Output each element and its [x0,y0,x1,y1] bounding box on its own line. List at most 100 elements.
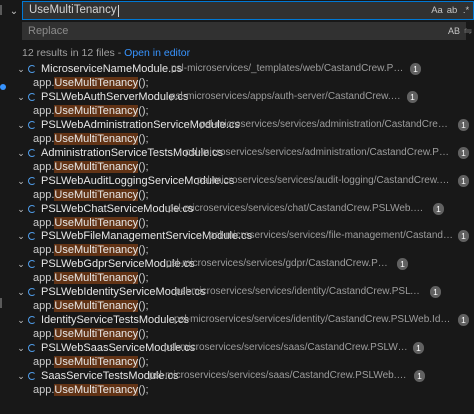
chevron-down-icon[interactable]: ⌄ [16,341,26,355]
match-line[interactable]: app.UseMultiTenancy(); [33,132,149,146]
match-prefix-text: app. [33,105,55,117]
match-count-badge: 1 [458,147,469,159]
result-file-row[interactable]: ⌄ MicroserviceNameModule.cs psl-microservi… [0,62,474,76]
csharp-file-icon [28,260,36,268]
results-count-text: 12 results in 12 files [22,47,115,59]
match-case-icon[interactable]: Aa [430,2,444,19]
chevron-down-icon[interactable]: ⌄ [16,257,26,271]
preserve-case-icon[interactable]: AB [448,22,460,40]
result-file-name[interactable]: PSLWebAuthServerModule.cs [41,90,189,104]
result-file-row[interactable]: ⌄ PSLWebAuthServerModule.cs psl-microservi… [0,90,474,104]
result-match-row[interactable]: app.UseMultiTenancy(); [0,355,474,369]
result-match-row[interactable]: app.UseMultiTenancy(); [0,216,474,230]
chevron-down-icon[interactable]: ⌄ [16,202,26,216]
match-count-badge: 1 [458,230,469,242]
match-highlight: UseMultiTenancy [54,105,139,117]
match-line[interactable]: app.UseMultiTenancy(); [33,383,149,397]
result-file-path: psl-microservices/apps/auth-server/Casta… [170,91,403,102]
csharp-file-icon [28,288,36,296]
open-in-editor-link[interactable]: Open in editor [124,47,190,59]
result-file-row[interactable]: ⌄ IdentityServiceTestsModule.cs psl-micros… [0,313,474,327]
match-suffix-text: (); [138,105,149,117]
result-file-row[interactable]: ⌄ SaasServiceTestsModule.cs psl-microservi… [0,369,474,383]
chevron-down-icon[interactable]: ⌄ [16,118,26,132]
match-line[interactable]: app.UseMultiTenancy(); [33,299,149,313]
result-file-row[interactable]: ⌄ AdministrationServiceTestsModule.cs psl-… [0,146,474,160]
chevron-down-icon[interactable]: ⌄ [16,285,26,299]
match-line[interactable]: app.UseMultiTenancy(); [33,355,149,369]
result-file-path: psl-microservices/_templates/web/Castand… [171,63,406,74]
result-file-path: psl-microservices/services/administratio… [185,147,454,158]
match-highlight: UseMultiTenancy [54,161,139,173]
result-file-name[interactable]: MicroserviceNameModule.cs [41,62,182,76]
match-prefix-text: app. [33,356,55,368]
results-summary: 12 results in 12 files - Open in editor [22,46,190,60]
match-line[interactable]: app.UseMultiTenancy(); [33,327,149,341]
match-count-badge: 1 [458,175,469,187]
result-match-row[interactable]: app.UseMultiTenancy(); [0,188,474,202]
match-highlight: UseMultiTenancy [54,328,139,340]
result-match-row[interactable]: app.UseMultiTenancy(); [0,243,474,257]
match-line[interactable]: app.UseMultiTenancy(); [33,76,149,90]
csharp-file-icon [28,149,36,157]
result-match-row[interactable]: app.UseMultiTenancy(); [0,327,474,341]
result-file-row[interactable]: ⌄ PSLWebGdprServiceModule.cs psl-microserv… [0,257,474,271]
match-line[interactable]: app.UseMultiTenancy(); [33,104,149,118]
match-count-badge: 1 [410,63,421,75]
match-highlight: UseMultiTenancy [54,300,139,312]
result-file-row[interactable]: ⌄ PSLWebFileManagementServiceModule.cs psl… [0,229,474,243]
match-prefix-text: app. [33,77,55,89]
match-suffix-text: (); [138,161,149,173]
result-match-row[interactable]: app.UseMultiTenancy(); [0,104,474,118]
csharp-file-icon [28,372,36,380]
result-file-row[interactable]: ⌄ PSLWebSaasServiceModule.cs psl-microserv… [0,341,474,355]
chevron-down-icon[interactable]: ⌄ [16,313,26,327]
match-highlight: UseMultiTenancy [54,244,139,256]
chevron-down-icon[interactable]: ⌄ [16,369,26,383]
result-match-row[interactable]: app.UseMultiTenancy(); [0,383,474,397]
csharp-file-icon [28,177,36,185]
match-line[interactable]: app.UseMultiTenancy(); [33,188,149,202]
chevron-down-icon[interactable]: ⌄ [16,90,26,104]
search-input-value[interactable]: UseMultiTenancy [29,2,117,19]
match-line[interactable]: app.UseMultiTenancy(); [33,160,149,174]
match-count-badge: 1 [430,286,441,298]
match-line[interactable]: app.UseMultiTenancy(); [33,243,149,257]
result-match-row[interactable]: app.UseMultiTenancy(); [0,299,474,313]
match-count-badge: 1 [397,258,408,270]
chevron-down-icon[interactable]: ⌄ [16,229,26,243]
panel-edge-marker [0,5,8,15]
result-file-name[interactable]: IdentityServiceTestsModule.cs [41,313,189,327]
match-count-badge: 1 [458,119,469,131]
match-highlight: UseMultiTenancy [54,272,139,284]
chevron-down-icon[interactable]: ⌄ [16,146,26,160]
result-match-row[interactable]: app.UseMultiTenancy(); [0,132,474,146]
search-input[interactable]: UseMultiTenancy Aa ab .* [22,1,474,20]
replace-all-icon[interactable]: ⇋ [462,25,474,38]
match-count-badge: 1 [458,314,469,326]
match-line[interactable]: app.UseMultiTenancy(); [33,271,149,285]
result-file-row[interactable]: ⌄ PSLWebAdministrationServiceModule.cs psl… [0,118,474,132]
result-match-row[interactable]: app.UseMultiTenancy(); [0,160,474,174]
result-file-path: psl-microservices/services/gdpr/CastandC… [166,258,393,269]
chevron-down-icon[interactable]: ⌄ [16,62,26,76]
result-file-path: psl-microservices/services/identity/Cast… [174,314,454,325]
match-suffix-text: (); [138,77,149,89]
match-prefix-text: app. [33,328,55,340]
result-file-row[interactable]: ⌄ PSLWebAuditLoggingServiceModule.cs psl-m… [0,174,474,188]
result-match-row[interactable]: app.UseMultiTenancy(); [0,76,474,90]
match-count-badge: 1 [433,203,444,215]
regex-icon[interactable]: .* [460,2,472,19]
csharp-file-icon [28,205,36,213]
match-line[interactable]: app.UseMultiTenancy(); [33,216,149,230]
whole-word-icon[interactable]: ab [445,2,459,19]
result-file-row[interactable]: ⌄ PSLWebChatServiceModule.cs psl-microserv… [0,202,474,216]
result-file-row[interactable]: ⌄ PSLWebIdentityServiceModule.cs psl-micro… [0,285,474,299]
match-highlight: UseMultiTenancy [54,189,139,201]
toggle-replace-chevron-icon[interactable]: ⌄ [8,6,20,18]
match-suffix-text: (); [138,384,149,396]
chevron-down-icon[interactable]: ⌄ [16,174,26,188]
match-highlight: UseMultiTenancy [54,356,139,368]
replace-input[interactable]: Replace AB [22,22,466,40]
result-match-row[interactable]: app.UseMultiTenancy(); [0,271,474,285]
